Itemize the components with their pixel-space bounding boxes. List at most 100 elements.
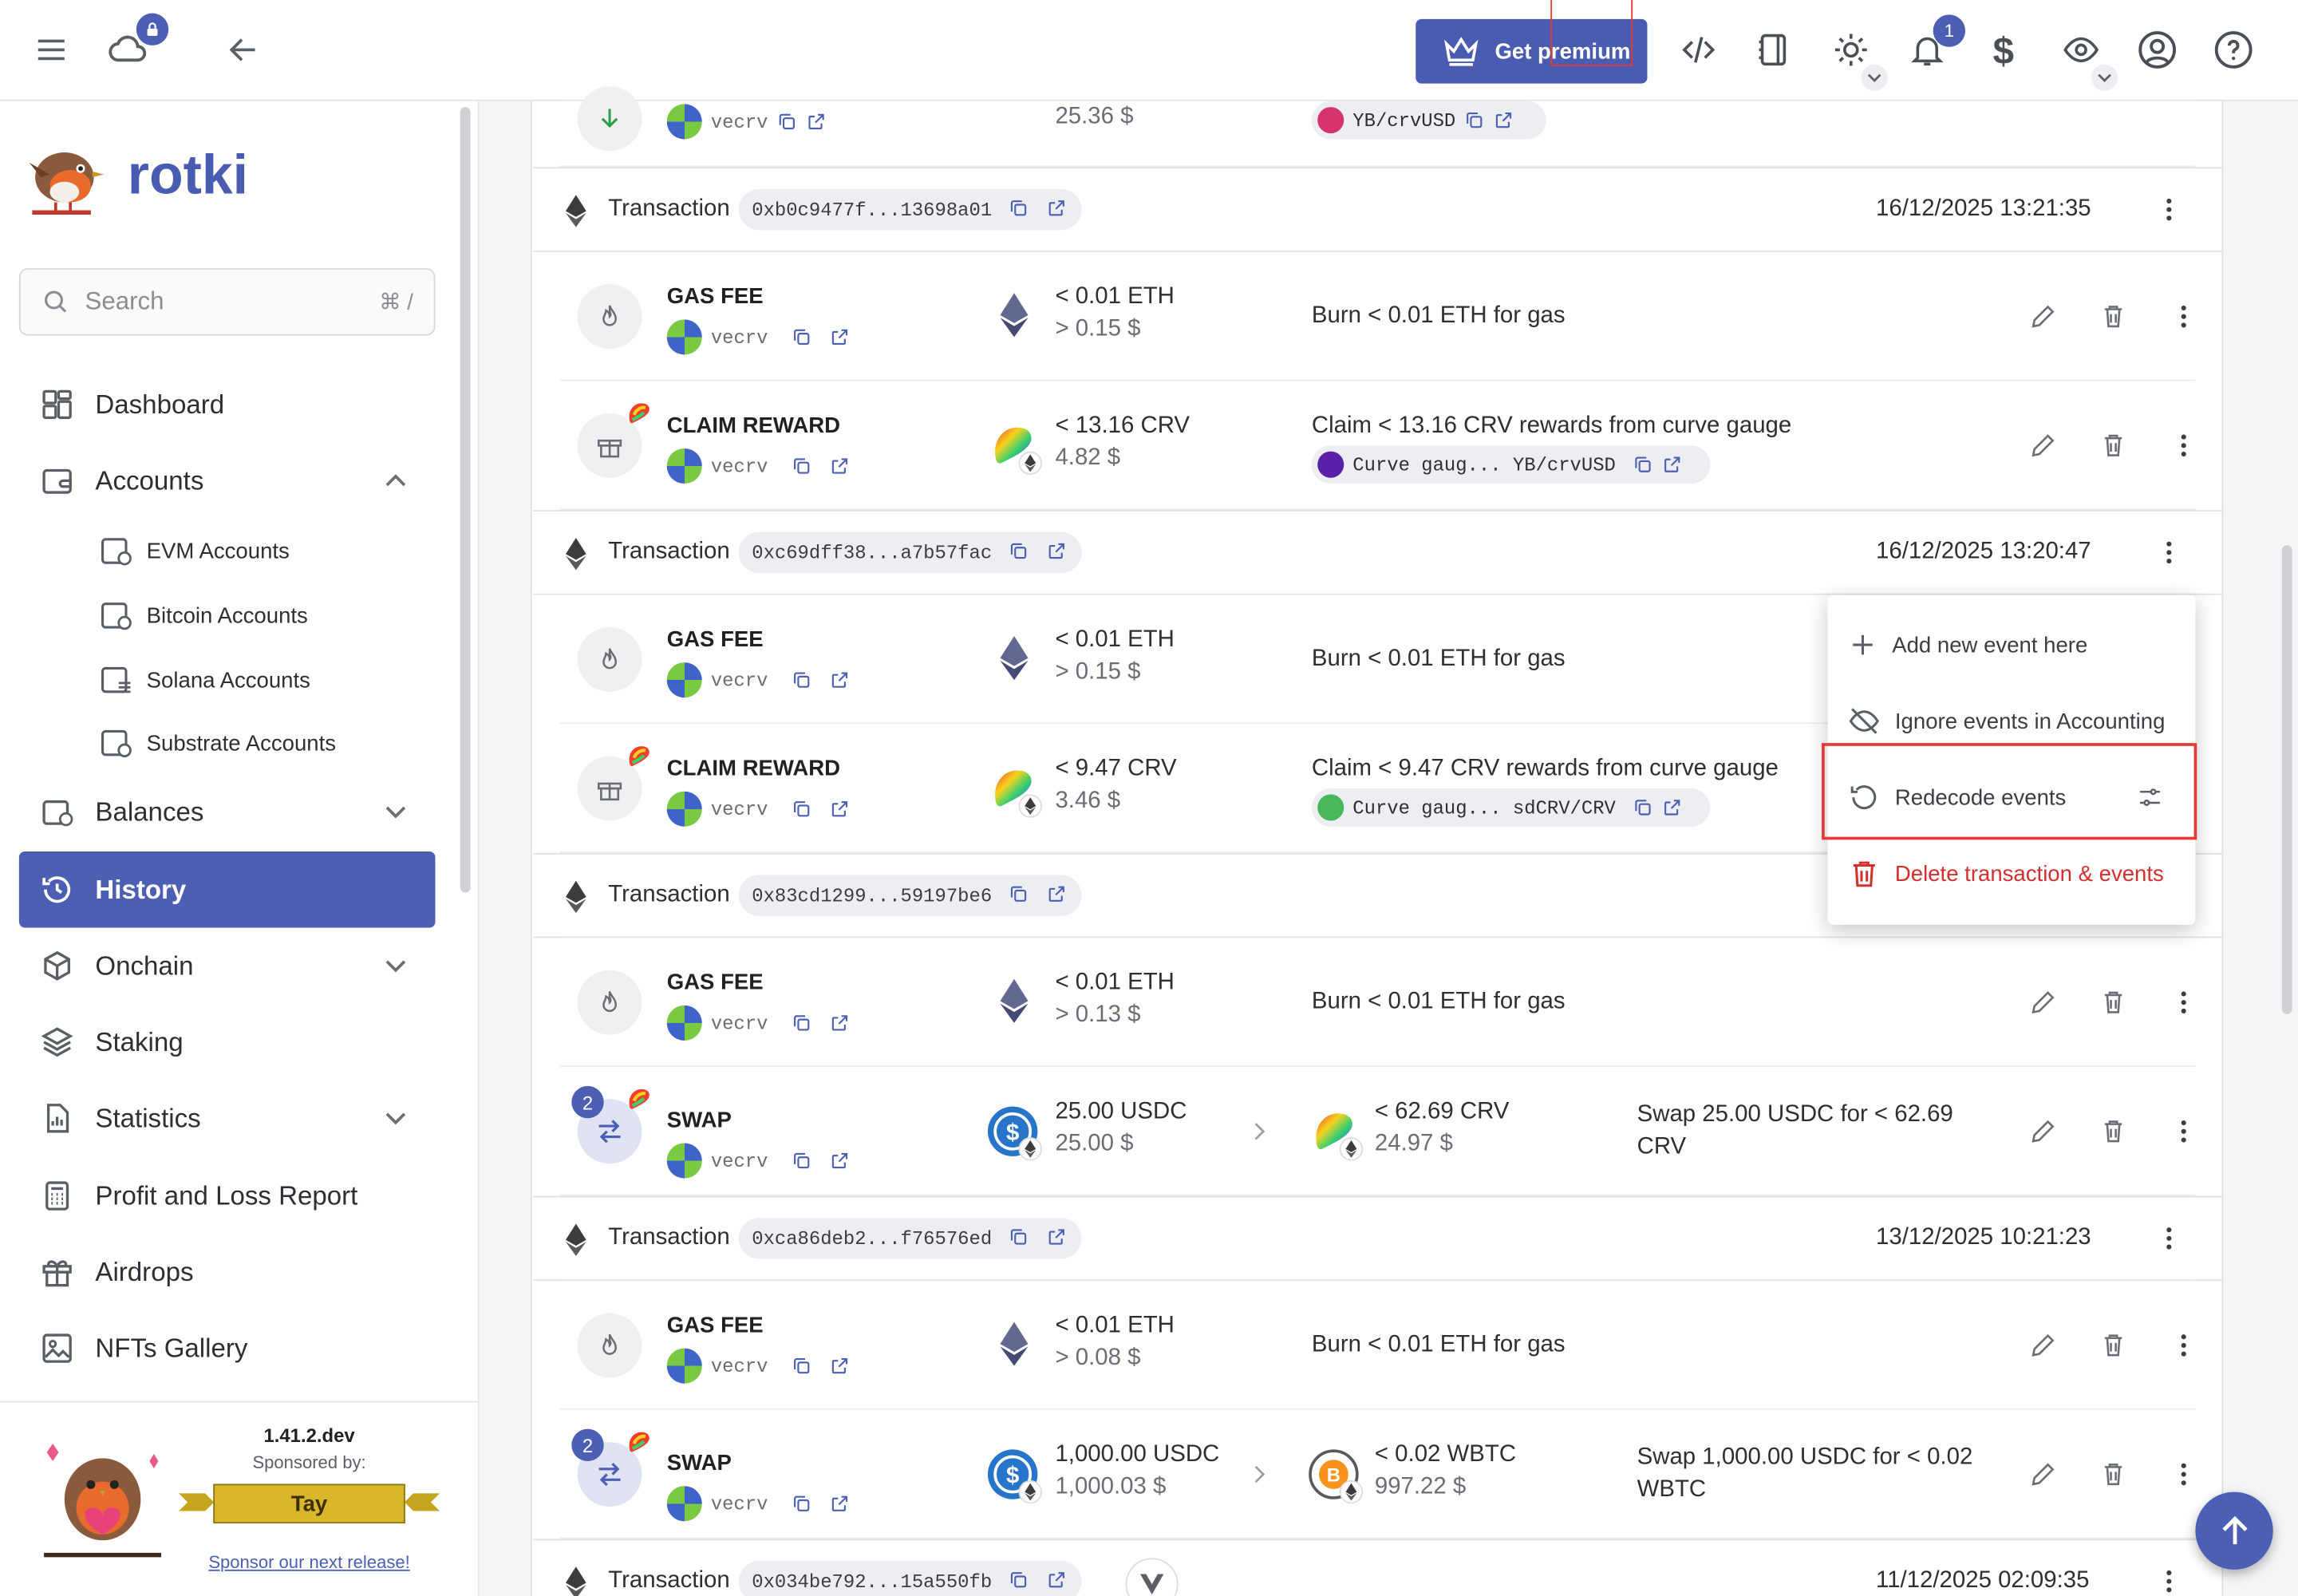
external-link-icon[interactable] [830,1493,851,1514]
external-link-icon[interactable] [830,1151,851,1171]
edit-pencil-icon[interactable] [2008,1108,2078,1155]
gauge-token-icon [1317,794,1344,821]
more-vertical-icon[interactable] [2154,195,2184,224]
menu-add-event[interactable]: Add new event here [1827,606,2195,683]
counterparty-label: Curve gaug... sdCRV/CRV [1352,796,1616,819]
external-link-icon[interactable] [830,456,851,476]
edit-pencil-icon[interactable] [2008,293,2078,340]
copy-icon[interactable] [1009,541,1029,562]
nav-dashboard[interactable]: Dashboard [19,366,436,443]
delete-trash-icon[interactable] [2078,1322,2148,1369]
copy-icon[interactable] [776,112,797,132]
dollar-icon[interactable]: $ [1974,21,2032,79]
external-link-icon[interactable] [830,1013,851,1033]
copy-icon[interactable] [1464,110,1485,131]
usdc-token-icon: $ [986,1448,1042,1504]
edit-pencil-icon[interactable] [2008,1451,2078,1498]
copy-icon[interactable] [792,1013,812,1033]
delete-trash-icon[interactable] [2078,422,2148,469]
privacy-dropdown-icon[interactable] [2091,64,2118,91]
edit-pencil-icon[interactable] [2008,979,2078,1026]
svg-text:$: $ [1993,30,2014,70]
external-link-icon[interactable] [830,1356,851,1377]
copy-icon[interactable] [792,1151,812,1171]
copy-icon[interactable] [792,670,812,690]
copy-icon[interactable] [1633,454,1654,475]
nav-nfts-gallery[interactable]: NFTs Gallery [19,1310,436,1387]
more-vertical-icon[interactable] [2149,1322,2219,1369]
more-vertical-icon[interactable] [2149,293,2219,340]
nav-balances[interactable]: Balances [19,774,436,851]
event-actions [2008,1322,2218,1369]
delete-trash-icon[interactable] [2078,293,2148,340]
edit-pencil-icon[interactable] [2008,1322,2078,1369]
nav-staking[interactable]: Staking [19,1004,436,1080]
external-link-icon[interactable] [830,670,851,690]
external-link-icon[interactable] [1046,1227,1067,1247]
event-type: GAS FEE [666,284,764,310]
nav-evm-accounts[interactable]: EVM Accounts [97,522,290,580]
help-icon[interactable] [2204,21,2262,79]
nav-balances-label: Balances [95,796,204,826]
menu-icon[interactable] [22,21,81,79]
delete-trash-icon[interactable] [2078,1108,2148,1155]
more-vertical-icon[interactable] [2154,538,2184,567]
vue-devtools-icon[interactable] [1125,1558,1179,1596]
nav-airdrops[interactable]: Airdrops [19,1234,436,1310]
notes-icon[interactable] [1744,21,1802,79]
main-scrollbar[interactable] [2281,545,2292,1014]
edit-pencil-icon[interactable] [2008,422,2078,469]
more-vertical-icon[interactable] [2149,422,2219,469]
external-link-icon[interactable] [806,112,827,132]
more-vertical-icon[interactable] [2149,979,2219,1026]
copy-icon[interactable] [792,327,812,348]
code-icon[interactable] [1669,21,1727,79]
delete-trash-icon[interactable] [2078,1451,2148,1498]
external-link-icon[interactable] [830,327,851,348]
nav-onchain[interactable]: Onchain [19,928,436,1005]
nav-substrate-accounts[interactable]: Substrate Accounts [97,713,336,772]
nav-bitcoin-accounts[interactable]: Bitcoin Accounts [97,587,308,645]
search-icon [45,290,67,313]
external-link-icon[interactable] [1046,883,1067,904]
more-vertical-icon[interactable] [2154,1566,2184,1596]
external-link-icon[interactable] [1046,541,1067,562]
bell-icon[interactable]: 1 [1898,14,1966,79]
nav-history[interactable]: History [18,851,436,928]
copy-icon[interactable] [792,1493,812,1514]
back-arrow-icon[interactable] [214,21,272,79]
copy-icon[interactable] [1009,883,1029,904]
more-vertical-icon[interactable] [2149,1451,2219,1498]
account-circle-icon[interactable] [2128,21,2186,79]
external-link-icon[interactable] [1663,797,1684,818]
delete-trash-icon[interactable] [2078,979,2148,1026]
copy-icon[interactable] [1633,797,1654,818]
nav-accounts[interactable]: Accounts [19,443,436,519]
lock-badge-icon [136,13,169,45]
nav-profit-loss[interactable]: Profit and Loss Report [19,1158,436,1235]
copy-icon[interactable] [792,799,812,820]
nav-statistics[interactable]: Statistics [19,1080,436,1157]
external-link-icon[interactable] [1663,454,1684,475]
external-link-icon[interactable] [1046,198,1067,219]
copy-icon[interactable] [1009,198,1029,219]
external-link-icon[interactable] [1046,1570,1067,1590]
external-link-icon[interactable] [830,799,851,820]
cloud-lock-icon[interactable] [98,13,169,79]
event-row: CLAIM REWARD vecrv < 13.16 CRV 4.82 $ Claim … [559,381,2196,511]
more-vertical-icon[interactable] [2149,1108,2219,1155]
theme-dropdown-icon[interactable] [1861,64,1888,91]
arrow-up-icon [2221,1515,2247,1544]
copy-icon[interactable] [1009,1227,1029,1247]
scroll-top-button[interactable] [2195,1491,2273,1570]
sponsor-link[interactable]: Sponsor our next release! [179,1552,440,1573]
copy-icon[interactable] [792,456,812,476]
copy-icon[interactable] [1009,1570,1029,1590]
search-input[interactable]: Search ⌘ / [18,268,436,336]
copy-icon[interactable] [792,1356,812,1377]
sidebar-scrollbar[interactable] [460,107,471,893]
external-link-icon[interactable] [1494,110,1514,131]
nav-solana-accounts[interactable]: Solana Accounts [97,650,310,709]
menu-delete-transaction[interactable]: Delete transaction & events [1827,836,2195,912]
more-vertical-icon[interactable] [2154,1224,2184,1254]
